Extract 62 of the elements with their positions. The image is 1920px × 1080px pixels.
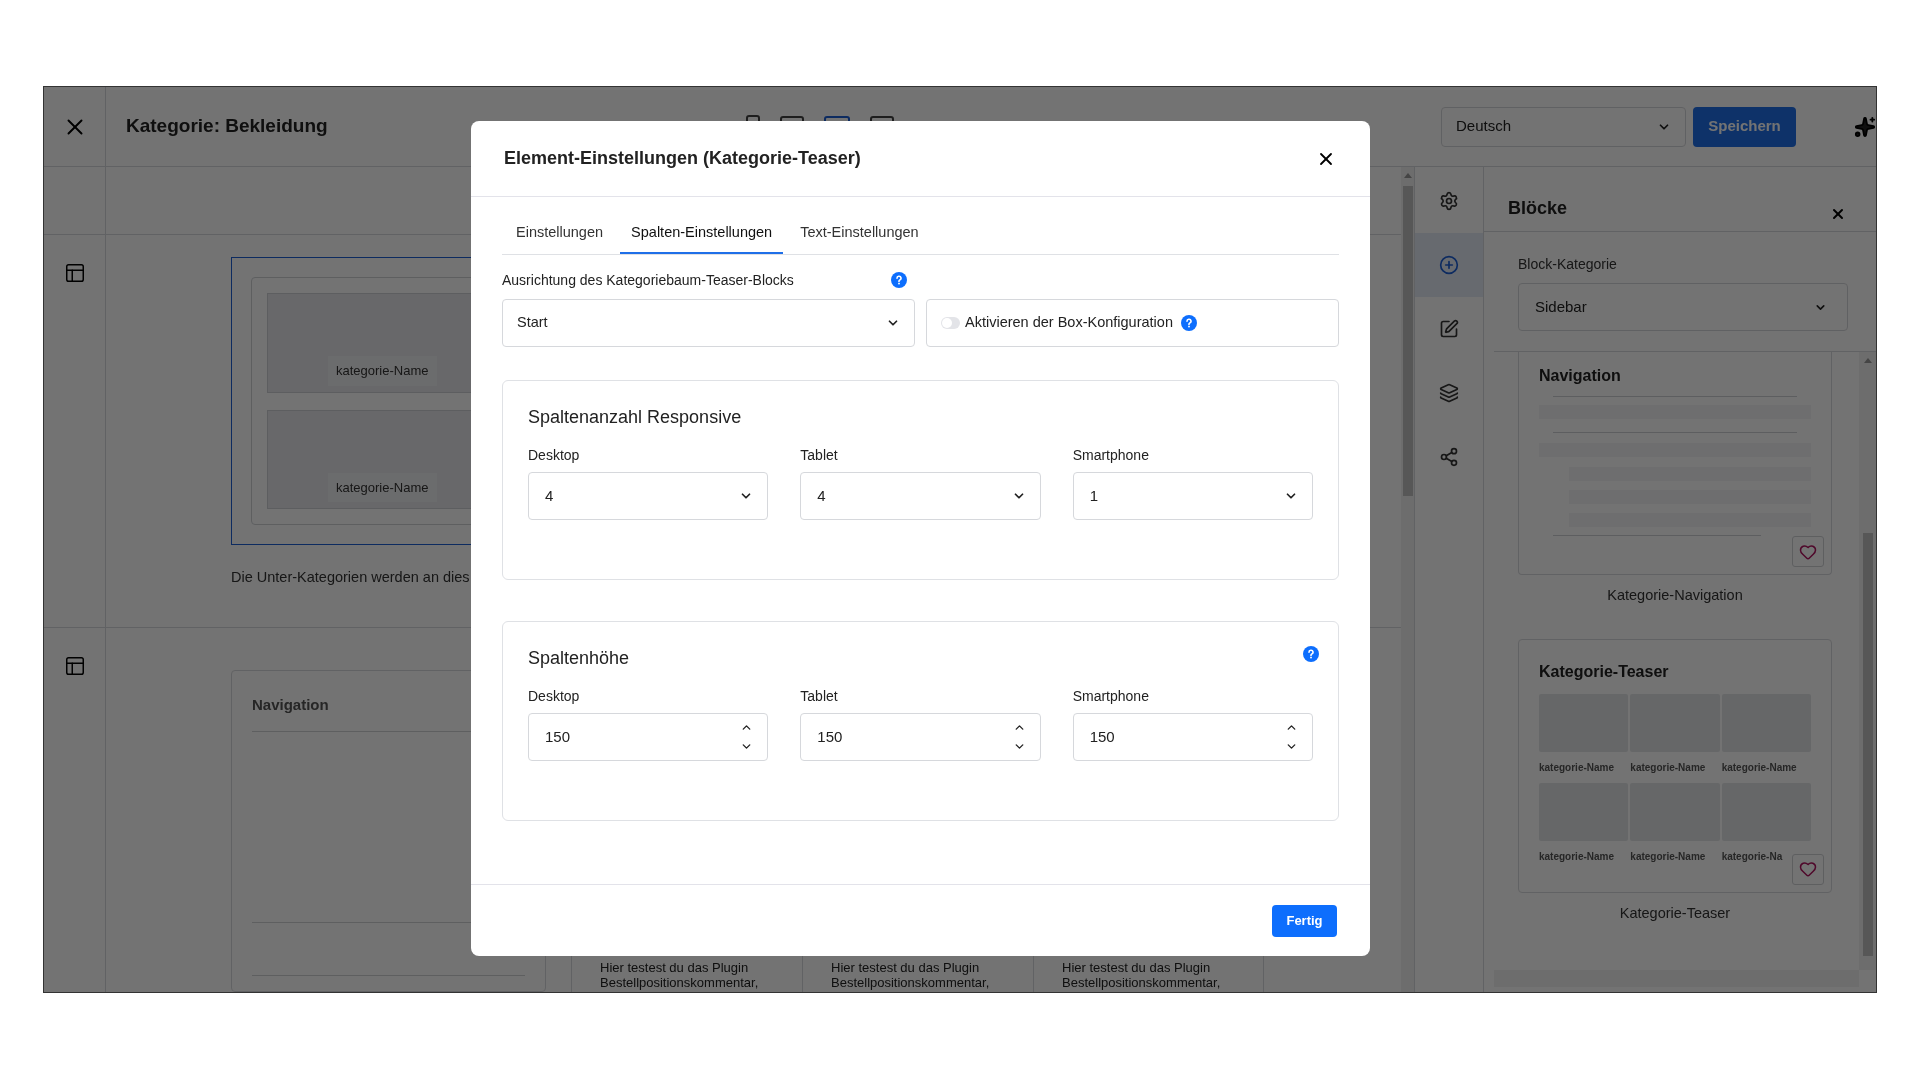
help-icon[interactable] — [1180, 314, 1197, 331]
heart-icon — [1799, 542, 1817, 561]
help-icon[interactable] — [1303, 645, 1319, 662]
category-name: kategorie-Name — [1539, 760, 1615, 775]
field-label: Tablet — [800, 686, 839, 706]
select-field[interactable]: Deutsch — [1441, 106, 1686, 147]
panel-title: Blöcke — [1508, 197, 1568, 220]
product-description: Hier testest du das Plugin Bestellpositionskommentar, — [831, 960, 991, 990]
description-text: Die Unter-Kategorien werden an dies — [231, 568, 471, 587]
category-name: kategorie-Na — [1721, 849, 1783, 864]
block-preview[interactable]: Navigation — [1518, 352, 1832, 575]
favorite-button[interactable] — [1792, 536, 1824, 567]
field-label: Smartphone — [1072, 445, 1150, 465]
category-name: kategorie-Name — [328, 356, 437, 386]
dialog-title: Element-Einstellungen (Kategorie-Teaser) — [504, 147, 861, 170]
close-icon — [1830, 206, 1846, 222]
done-button[interactable]: Fertig — [1272, 904, 1337, 937]
number-field[interactable]: 150 — [800, 712, 1041, 761]
share-icon — [1439, 447, 1459, 467]
select-field[interactable]: Sidebar — [1518, 283, 1848, 331]
block-preview[interactable]: Kategorie-Teaser kategorie-Name kategorie-Name kategorie-Name kategorie-Name kategorie-Name kategorie-Na — [1518, 638, 1832, 893]
category-name: kategorie-Name — [328, 472, 437, 502]
heart-icon — [1799, 860, 1817, 879]
toggle-label: Aktivieren der Box-Konfiguration — [965, 312, 1173, 332]
help-icon[interactable] — [891, 272, 907, 289]
block-heading: Navigation — [1539, 367, 1621, 384]
favorite-button[interactable] — [1792, 853, 1824, 885]
field-label: Smartphone — [1072, 686, 1150, 706]
number-field[interactable]: 150 — [528, 712, 769, 761]
block-heading: Kategorie-Teaser — [1539, 662, 1669, 680]
category-name: kategorie-Name — [1630, 760, 1706, 775]
tab[interactable]: Spalten-Einstellungen — [620, 219, 784, 254]
field-label: Block-Kategorie — [1518, 255, 1618, 274]
toggle-switch[interactable] — [941, 316, 960, 329]
sparkle-icon[interactable] — [1854, 115, 1876, 138]
select-field[interactable]: 4 — [800, 471, 1041, 520]
card-title: Spaltenhöhe — [528, 647, 630, 671]
tab[interactable]: Text-Einstellungen — [789, 219, 930, 254]
tab[interactable]: Einstellungen — [505, 219, 615, 254]
layout-icon[interactable] — [63, 262, 86, 284]
card-title: Navigation — [252, 696, 329, 713]
number-field[interactable]: 150 — [1072, 712, 1313, 761]
category-name: kategorie-Name — [1539, 849, 1615, 864]
category-name: kategorie-Name — [1630, 849, 1706, 864]
field-label: Desktop — [528, 686, 581, 706]
select-field[interactable]: Start — [502, 298, 915, 347]
block-caption: Kategorie-Teaser — [1619, 903, 1731, 923]
settings-icon — [1439, 191, 1459, 211]
product-description: Hier testest du das Plugin Bestellpositionskommentar, — [1062, 960, 1222, 990]
select-field[interactable]: 1 — [1072, 471, 1313, 520]
product-description: Hier testest du das Plugin Bestellpositionskommentar, — [600, 960, 760, 990]
select-field[interactable]: 4 — [528, 471, 769, 520]
plus-circle-icon — [1439, 255, 1459, 275]
layout-icon[interactable] — [63, 655, 86, 677]
field-label: Tablet — [800, 445, 839, 465]
page-title: Kategorie: Bekleidung — [126, 114, 329, 139]
scrollbar[interactable] — [1401, 167, 1414, 992]
category-name: kategorie-Name — [1721, 760, 1797, 775]
block-caption: Kategorie-Navigation — [1607, 586, 1743, 605]
layers-icon — [1439, 383, 1459, 403]
scrollbar[interactable] — [1859, 352, 1876, 970]
edit-icon — [1439, 319, 1459, 339]
